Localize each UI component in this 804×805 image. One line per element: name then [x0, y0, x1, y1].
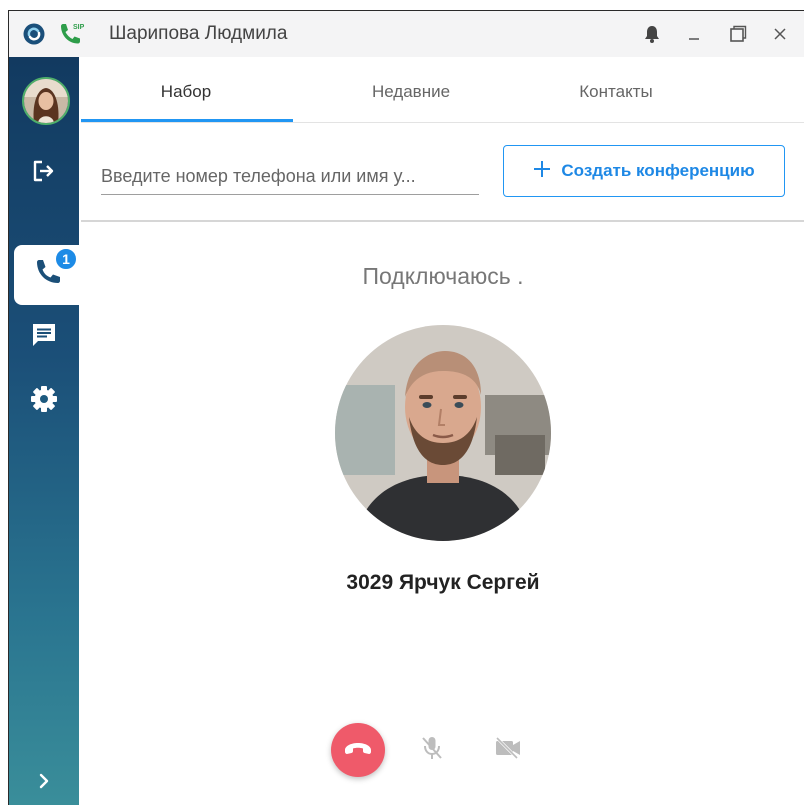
minimize-icon[interactable]: [681, 21, 707, 47]
contact-avatar: [335, 325, 551, 541]
sidebar: 1: [9, 57, 79, 805]
window-title: Шарипова Людмила: [109, 23, 288, 44]
hangup-icon: [343, 740, 373, 761]
title-bar: SIP Шарипова Людмила: [9, 11, 804, 57]
sidebar-item-calls[interactable]: 1: [14, 245, 79, 305]
tab-dial[interactable]: Набор: [81, 61, 291, 123]
mic-off-icon: [420, 735, 444, 766]
video-button[interactable]: [491, 735, 525, 765]
divider: [81, 220, 804, 222]
tab-recent[interactable]: Недавние: [311, 61, 511, 123]
call-status: Подключаюсь .: [362, 263, 524, 289]
notification-badge: 1: [54, 247, 78, 271]
phone-search-input[interactable]: [101, 159, 479, 195]
tab-bar: Набор Недавние Контакты: [81, 61, 804, 123]
active-tab-indicator: [81, 119, 293, 122]
create-conference-label: Создать конференцию: [561, 161, 755, 180]
hangup-button[interactable]: [331, 723, 385, 777]
create-conference-button[interactable]: Создать конференцию: [503, 145, 785, 197]
video-off-icon: [493, 736, 523, 765]
sidebar-item-chat[interactable]: [9, 315, 79, 359]
app-window: SIP Шарипова Людмила 1 Набор Недавние Ко…: [8, 10, 804, 805]
sidebar-expand-button[interactable]: [9, 761, 79, 805]
plus-icon: [533, 160, 551, 183]
svg-text:SIP: SIP: [73, 24, 85, 31]
user-avatar[interactable]: [22, 77, 70, 125]
bell-icon[interactable]: [639, 21, 665, 47]
close-icon[interactable]: [767, 21, 793, 47]
gear-icon: [29, 384, 59, 419]
sip-phone-icon: SIP: [57, 20, 87, 48]
maximize-icon[interactable]: [725, 21, 751, 47]
tab-contacts[interactable]: Контакты: [516, 61, 716, 123]
logout-icon[interactable]: [9, 149, 79, 193]
chevron-right-icon: [37, 772, 51, 795]
contact-name: 3029 Ярчук Сергей: [346, 571, 540, 594]
app-logo-icon: [23, 23, 45, 45]
mute-button[interactable]: [417, 735, 447, 765]
chat-icon: [30, 321, 58, 354]
sidebar-item-settings[interactable]: [9, 379, 79, 423]
